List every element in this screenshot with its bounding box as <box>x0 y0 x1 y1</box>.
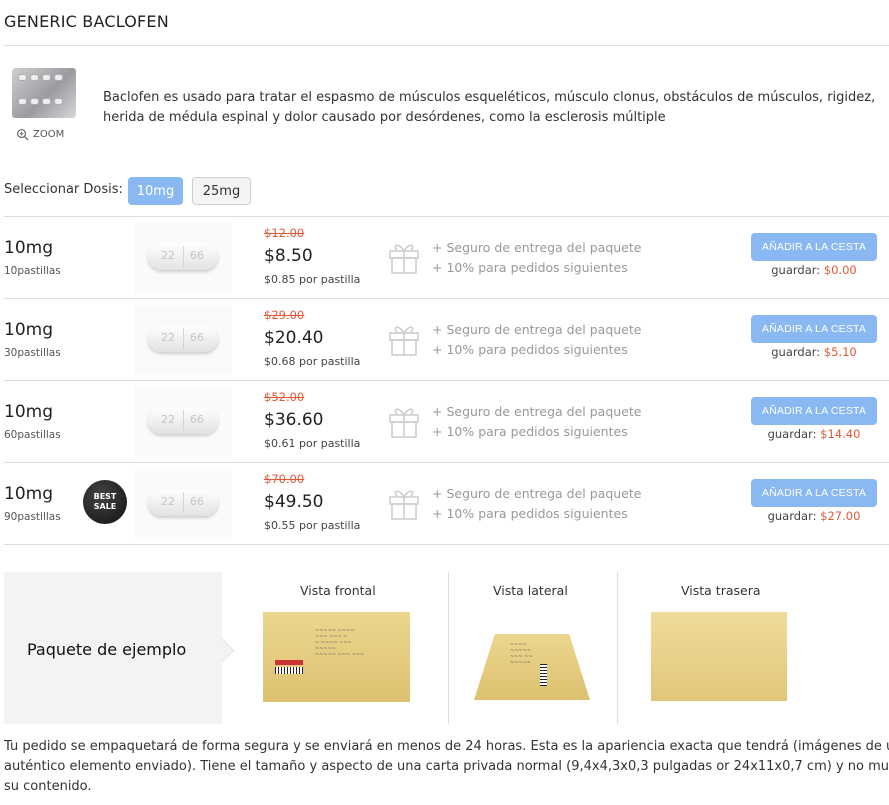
view-label-side: Vista lateral <box>493 583 568 598</box>
zoom-label: ZOOM <box>33 129 65 140</box>
pill-image: 22 66 <box>134 387 232 457</box>
add-to-cart-button[interactable]: AÑADIR A LA CESTA <box>751 479 877 507</box>
pill-image: 22 66 <box>134 305 232 375</box>
dose-option-25mg[interactable]: 25mg <box>192 177 251 205</box>
add-to-cart-button[interactable]: AÑADIR A LA CESTA <box>751 397 877 425</box>
view-label-back: Vista trasera <box>681 583 761 598</box>
shipping-info-text: Tu pedido se empaquetará de forma segura… <box>4 739 889 794</box>
old-price: $29.00 <box>264 308 305 322</box>
title-divider <box>4 45 889 46</box>
price-per-pill: $0.61 por pastilla <box>264 437 361 450</box>
savings: guardar: $14.40 <box>767 427 861 441</box>
offer-row: 10mg 60pastillas 22 66 $52.00 $36.60 $0.6… <box>4 381 889 463</box>
gift-icon <box>389 490 419 520</box>
offer-dose: 10mg <box>4 238 53 258</box>
page-title: GENERIC BACLOFEN <box>4 12 169 31</box>
row-divider <box>4 544 889 545</box>
savings: guardar: $0.00 <box>771 263 857 277</box>
offer-perks: + Seguro de entrega del paquete + 10% par… <box>432 404 642 439</box>
dose-option-10mg[interactable]: 10mg <box>128 177 183 205</box>
product-image[interactable] <box>12 68 76 118</box>
old-price: $12.00 <box>264 226 305 240</box>
offer-count: 60pastillas <box>4 429 61 441</box>
view-divider <box>617 572 618 724</box>
price: $20.40 <box>264 328 324 348</box>
offer-count: 90pastillas <box>4 511 61 523</box>
offer-dose: 10mg <box>4 320 53 340</box>
gift-icon <box>389 244 419 274</box>
price-per-pill: $0.55 por pastilla <box>264 519 361 532</box>
offer-perks: + Seguro de entrega del paquete + 10% par… <box>432 322 642 357</box>
offer-dose: 10mg <box>4 484 53 504</box>
pill-image: 22 66 <box>134 469 232 539</box>
envelope-side-image: ~~~~ ~~~~~ ~~~ ~~ ~~~~~ <box>474 634 590 700</box>
offer-count: 10pastillas <box>4 265 61 277</box>
dose-label: Seleccionar Dosis: <box>4 182 123 197</box>
price: $8.50 <box>264 246 313 266</box>
price: $36.60 <box>264 410 324 430</box>
offer-row: 10mg 90pastillas BEST SALE 22 66 $70.00 $4… <box>4 463 889 545</box>
savings: guardar: $27.00 <box>767 509 861 523</box>
add-to-cart-button[interactable]: AÑADIR A LA CESTA <box>751 315 877 343</box>
price-per-pill: $0.85 por pastilla <box>264 273 361 286</box>
zoom-link[interactable]: ZOOM <box>16 128 64 141</box>
pill-image: 22 66 <box>134 223 232 293</box>
offer-perks: + Seguro de entrega del paquete + 10% par… <box>432 486 642 521</box>
savings: guardar: $5.10 <box>771 345 857 359</box>
envelope-back-image <box>651 612 787 701</box>
offer-row: 10mg 10pastillas 22 66 $12.00 $8.50 $0.85… <box>4 217 889 299</box>
offer-perks: + Seguro de entrega del paquete + 10% par… <box>432 240 642 275</box>
offer-row: 10mg 30pastillas 22 66 $29.00 $20.40 $0.6… <box>4 299 889 381</box>
package-panel: Paquete de ejemplo <box>4 572 235 724</box>
magnifier-icon <box>17 129 29 141</box>
gift-icon <box>389 326 419 356</box>
offer-count: 30pastillas <box>4 347 61 359</box>
package-title: Paquete de ejemplo <box>27 640 187 659</box>
view-label-front: Vista frontal <box>300 583 376 598</box>
price-per-pill: $0.68 por pastilla <box>264 355 361 368</box>
gift-icon <box>389 408 419 438</box>
view-divider <box>448 572 449 724</box>
product-description: Baclofen es usado para tratar el espasmo… <box>103 90 876 125</box>
old-price: $52.00 <box>264 390 305 404</box>
best-sale-badge: BEST SALE <box>83 480 127 524</box>
add-to-cart-button[interactable]: AÑADIR A LA CESTA <box>751 233 877 261</box>
old-price: $70.00 <box>264 472 305 486</box>
offer-dose: 10mg <box>4 402 53 422</box>
price: $49.50 <box>264 492 324 512</box>
envelope-front-image: ~~~~~ ~~~~ ~~~ ~~~ ~ ~ ~~~~ ~~~ ~~~~~ ~~~~~ … <box>263 612 410 702</box>
